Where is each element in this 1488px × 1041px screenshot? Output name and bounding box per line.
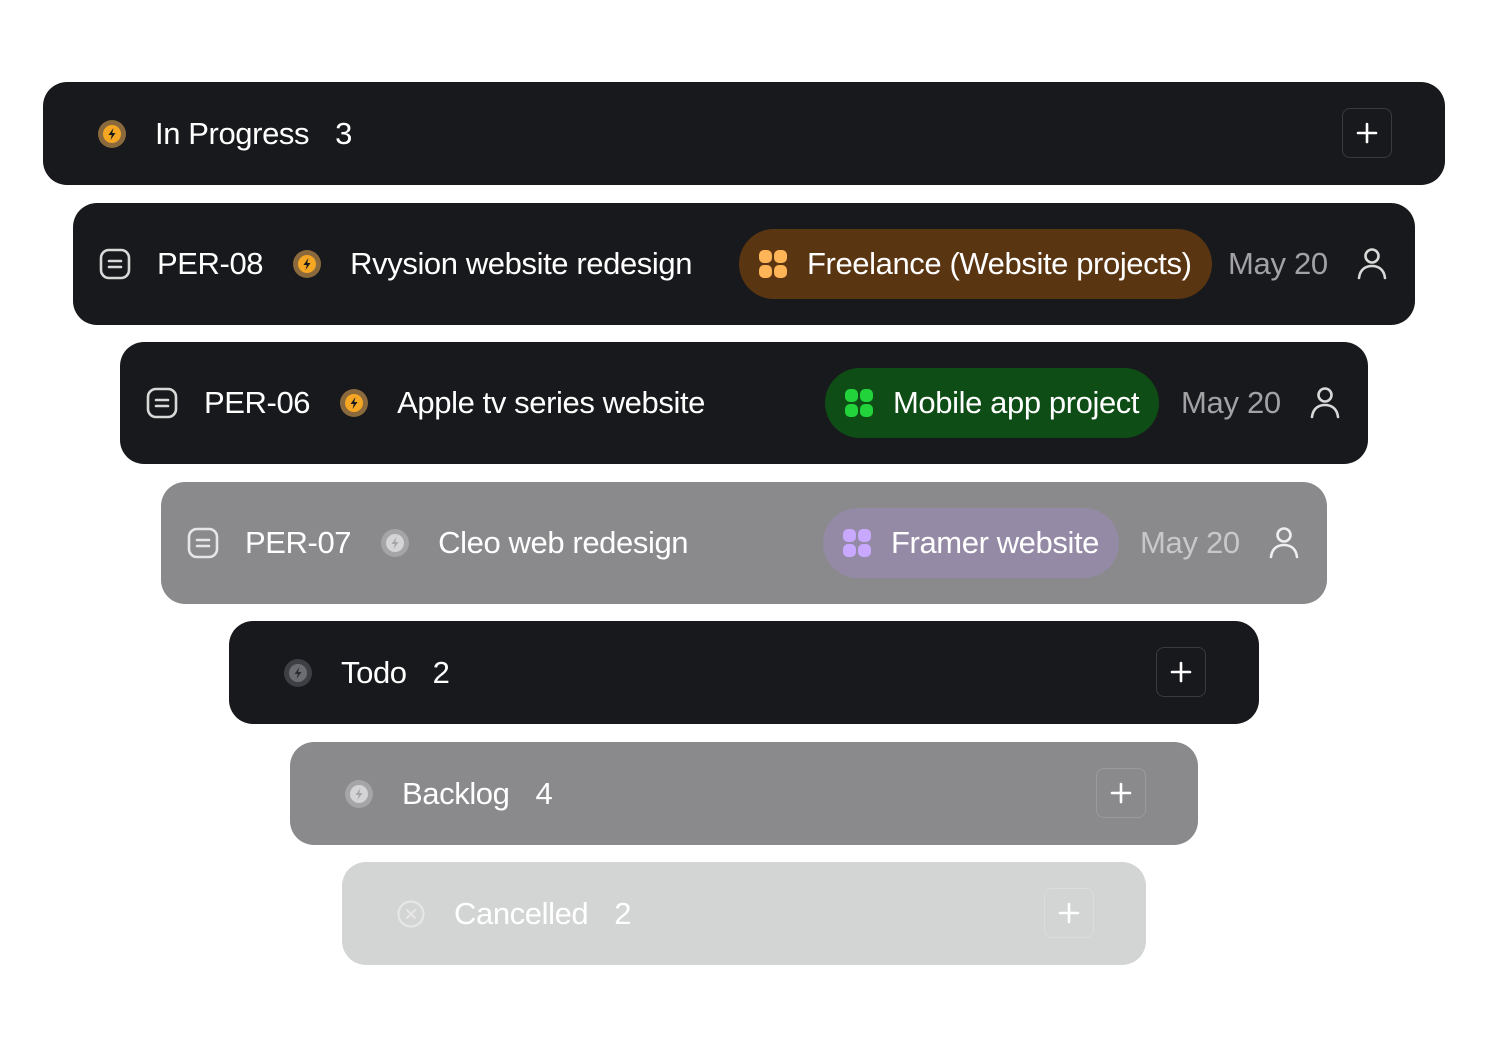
project-grid-icon [841, 527, 873, 559]
group-header-backlog[interactable]: Backlog 4 [290, 742, 1198, 845]
due-date: May 20 [1140, 525, 1240, 560]
issue-row[interactable]: PER-08 Rvysion website redesign Freelanc… [73, 203, 1415, 325]
due-date: May 20 [1228, 246, 1328, 281]
user-icon[interactable] [1267, 525, 1301, 559]
issue-title: Cleo web redesign [438, 525, 689, 560]
add-issue-button[interactable] [1156, 647, 1206, 697]
project-grid-icon [757, 248, 789, 280]
group-label: Cancelled [454, 895, 589, 931]
cancelled-x-icon [396, 899, 426, 929]
add-issue-button[interactable] [1044, 888, 1094, 938]
todo-bolt-icon [283, 658, 313, 688]
group-count: 2 [614, 895, 632, 931]
project-label: Mobile app project [893, 385, 1140, 420]
issue-row[interactable]: PER-07 Cleo web redesign Framer website … [161, 482, 1327, 604]
issue-title: Rvysion website redesign [350, 246, 693, 281]
plus-icon [1110, 782, 1132, 804]
plus-icon [1356, 122, 1378, 144]
project-label: Freelance (Website projects) [807, 246, 1192, 281]
group-header-in-progress[interactable]: In Progress 3 [43, 82, 1445, 185]
document-icon [98, 247, 132, 281]
plus-icon [1170, 661, 1192, 683]
user-icon[interactable] [1355, 246, 1389, 280]
document-icon [186, 526, 220, 560]
group-label: Todo [341, 654, 407, 690]
group-count: 3 [335, 115, 353, 151]
document-icon [145, 386, 179, 420]
group-header-todo[interactable]: Todo 2 [229, 621, 1259, 724]
project-pill[interactable]: Mobile app project [825, 368, 1160, 438]
project-grid-icon [843, 387, 875, 419]
in-progress-bolt-icon [97, 119, 127, 149]
due-date: May 20 [1181, 385, 1281, 420]
project-label: Framer website [891, 525, 1100, 560]
project-pill[interactable]: Freelance (Website projects) [739, 229, 1212, 299]
plus-icon [1058, 902, 1080, 924]
issue-id: PER-06 [204, 385, 311, 420]
add-issue-button[interactable] [1096, 768, 1146, 818]
user-icon[interactable] [1308, 385, 1342, 419]
group-header-cancelled[interactable]: Cancelled 2 [342, 862, 1146, 965]
issue-id: PER-08 [157, 246, 264, 281]
neutral-bolt-icon [380, 528, 410, 558]
issue-row[interactable]: PER-06 Apple tv series website Mobile ap… [120, 342, 1368, 464]
in-progress-bolt-icon [292, 249, 322, 279]
in-progress-bolt-icon [339, 388, 369, 418]
project-pill[interactable]: Framer website [823, 508, 1120, 578]
group-label: Backlog [402, 775, 510, 811]
group-count: 4 [535, 775, 553, 811]
add-issue-button[interactable] [1342, 108, 1392, 158]
group-label: In Progress [155, 115, 310, 151]
group-count: 2 [432, 654, 450, 690]
issue-id: PER-07 [245, 525, 352, 560]
backlog-bolt-icon [344, 779, 374, 809]
issue-title: Apple tv series website [397, 385, 705, 420]
